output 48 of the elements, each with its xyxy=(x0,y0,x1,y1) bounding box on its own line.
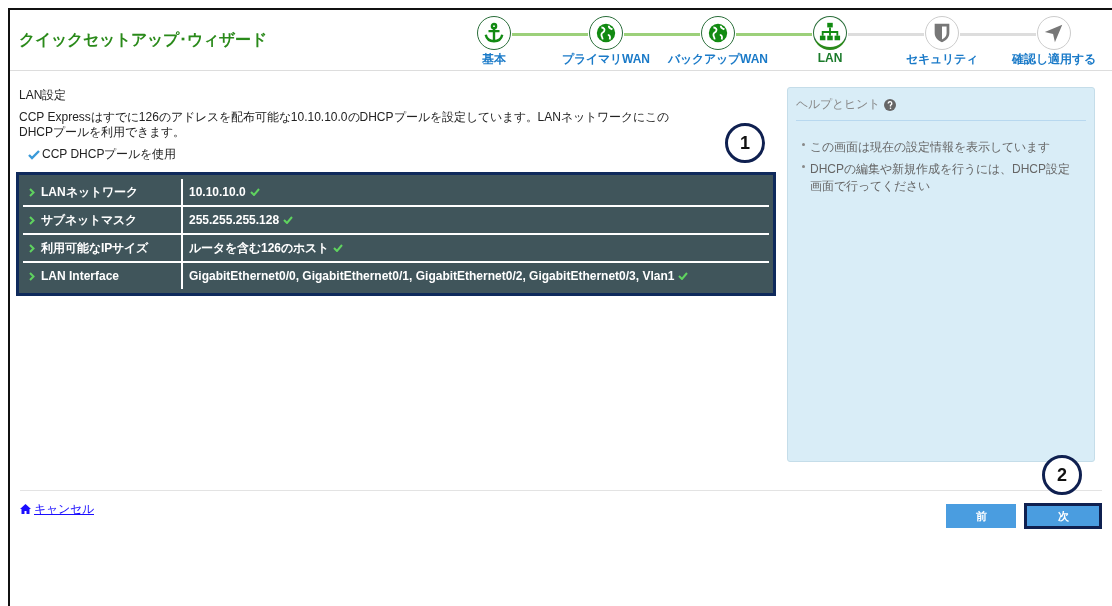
step-circle[interactable] xyxy=(813,16,847,50)
step-label: プライマリWAN xyxy=(562,51,650,68)
arrow-icon xyxy=(1043,22,1065,44)
network-icon xyxy=(819,21,841,43)
step-circle[interactable] xyxy=(701,16,735,50)
anchor-icon xyxy=(483,22,505,44)
row-value: ルータを含む126のホスト xyxy=(189,239,330,257)
row-label: 利用可能なIPサイズ xyxy=(41,239,149,257)
checkmark-icon xyxy=(283,216,294,224)
help-text: この画面は現在の設定情報を表示しています xyxy=(810,139,1050,156)
row-label: LAN Interface xyxy=(41,269,120,283)
globe-icon xyxy=(595,22,617,44)
section-heading: LAN設定 xyxy=(19,87,68,104)
callout-number: 2 xyxy=(1042,455,1082,495)
row-label: サブネットマスク xyxy=(41,211,137,229)
step-label: バックアップWAN xyxy=(668,51,768,68)
home-icon xyxy=(20,504,31,514)
help-text: DHCPの編集や新規作成を行うには、DHCP設定画面で行ってください xyxy=(810,161,1071,195)
chevron-icon xyxy=(29,187,35,197)
checkmark-icon xyxy=(249,188,260,196)
row-label: LANネットワーク xyxy=(41,183,138,201)
checkmark-icon[interactable] xyxy=(28,149,40,160)
row-value: GigabitEthernet0/0, GigabitEthernet0/1, GigabitEthernet0/2, GigabitEthernet0/3, Vlan1 xyxy=(189,269,675,283)
step-circle[interactable] xyxy=(589,16,623,50)
row-value: 10.10.10.0 xyxy=(189,185,246,199)
checkmark-icon xyxy=(333,244,344,252)
step-label: セキュリティ xyxy=(906,51,978,68)
checkmark-icon xyxy=(678,272,689,280)
step-label: 基本 xyxy=(482,51,506,68)
description: CCP Expressはすでに126のアドレスを配布可能な10.10.10.0のDHCPプールを設定しています。LANネットワークにこのDHCPプールを利用できます。 xyxy=(19,110,670,140)
globe-icon xyxy=(707,22,729,44)
callout-number: 1 xyxy=(725,123,765,163)
wizard-title: クイックセットアップ･ウィザード xyxy=(19,29,267,50)
chevron-icon xyxy=(29,243,35,253)
nav-button[interactable]: 次 xyxy=(1024,503,1102,529)
help-title: ヘルプとヒント xyxy=(796,96,880,113)
row-value: 255.255.255.128 xyxy=(189,213,280,227)
cancel-link[interactable]: キャンセル xyxy=(20,501,94,517)
chevron-icon xyxy=(29,215,35,225)
help-icon xyxy=(884,98,896,111)
nav-button[interactable]: 前 xyxy=(945,503,1017,529)
step-label: 確認し適用する xyxy=(1012,51,1096,68)
option-label: CCP DHCPプールを使用 xyxy=(42,146,177,163)
step-circle[interactable] xyxy=(477,16,511,50)
bullet-icon xyxy=(802,165,805,168)
chevron-icon xyxy=(29,271,35,281)
bullet-icon xyxy=(802,143,805,146)
step-label: LAN xyxy=(817,51,843,65)
